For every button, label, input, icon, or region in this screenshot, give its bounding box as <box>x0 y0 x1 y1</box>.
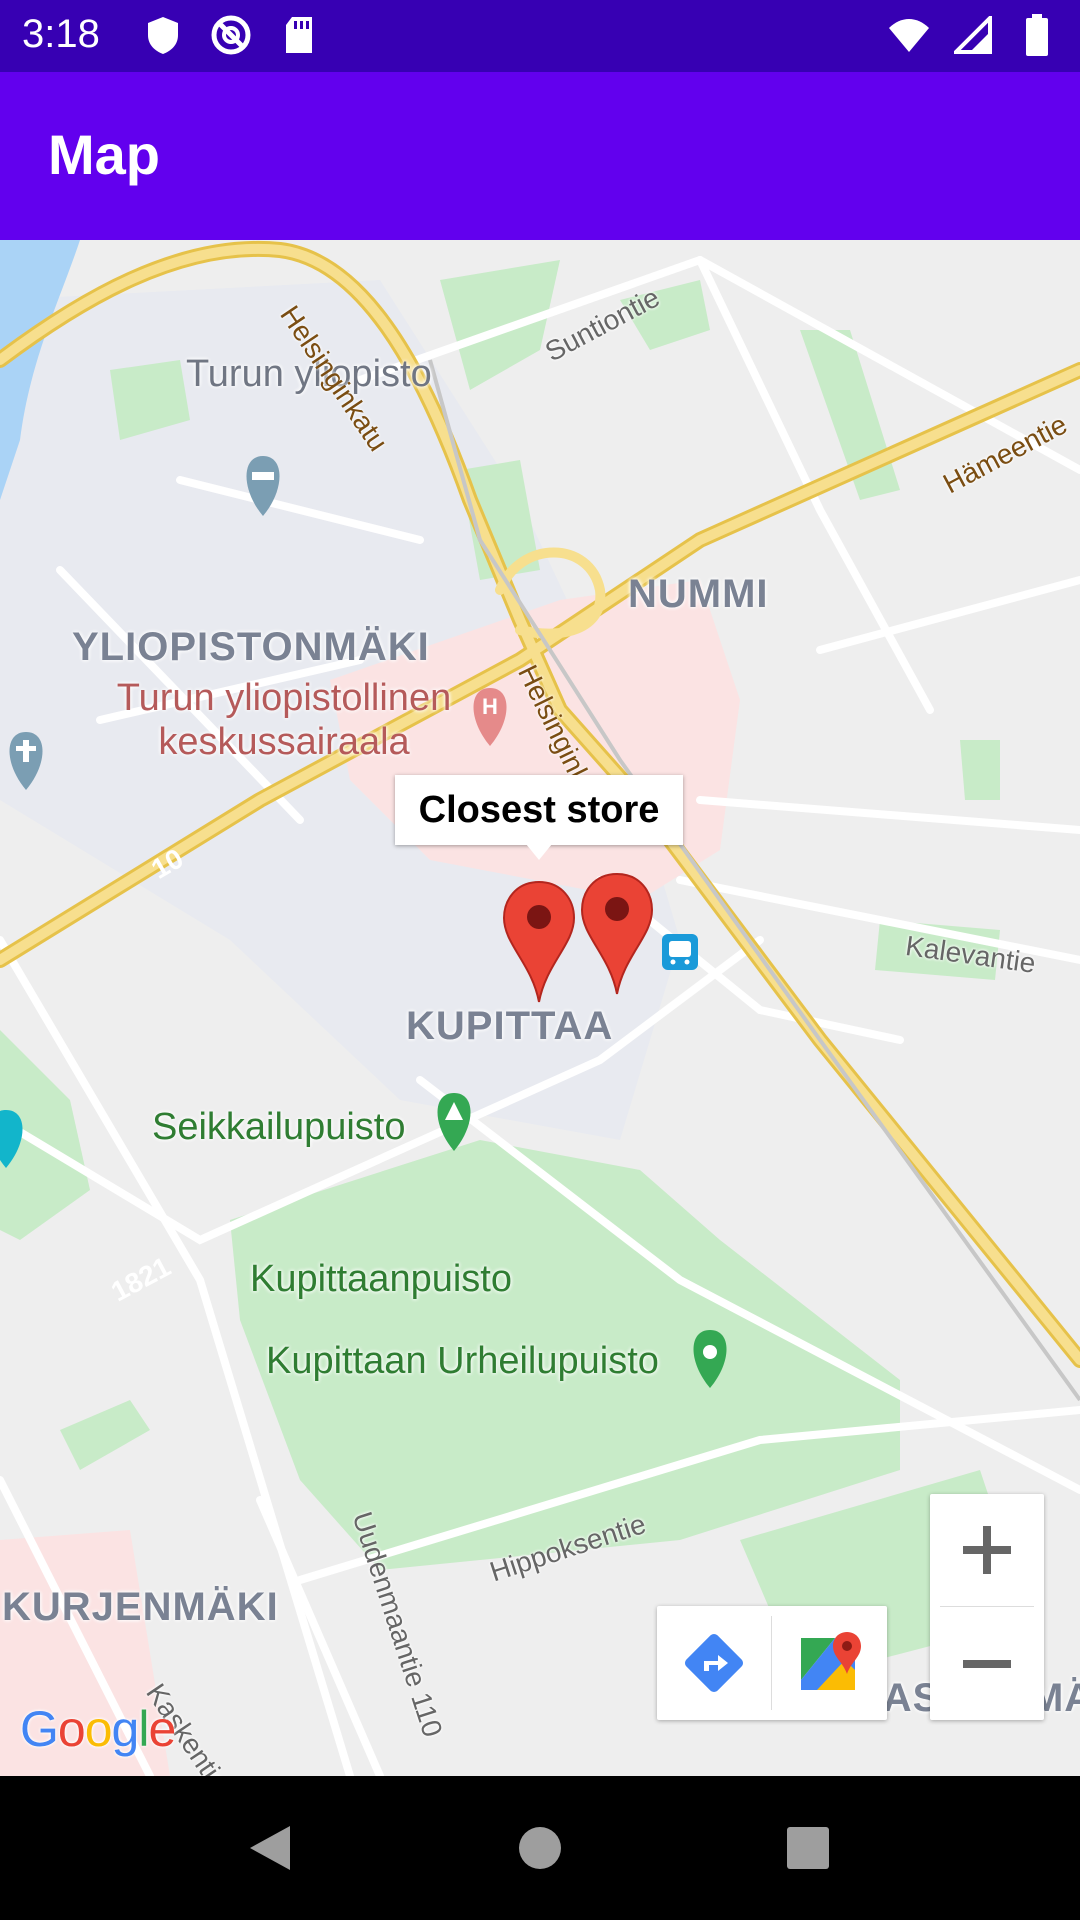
store-marker-1[interactable] <box>502 880 576 1004</box>
home-icon <box>519 1827 561 1869</box>
open-in-maps-button[interactable] <box>773 1606 887 1720</box>
urheilupuisto-label: Kupittaan Urheilupuisto <box>266 1340 659 1382</box>
google-maps-icon <box>801 1632 861 1690</box>
home-button[interactable] <box>508 1816 572 1880</box>
google-logo: Google <box>20 1701 176 1757</box>
district-label-yliopistonmaki: YLIOPISTONMÄKI <box>72 625 430 669</box>
recents-icon <box>787 1827 829 1869</box>
app-bar: Map <box>0 72 1080 240</box>
sd-card-icon <box>276 12 322 58</box>
zoom-in-button[interactable] <box>930 1494 1044 1606</box>
zoom-divider <box>940 1606 1034 1607</box>
shield-icon <box>140 12 186 58</box>
info-window-tail <box>526 844 552 860</box>
directions-icon <box>684 1633 744 1693</box>
info-window-title: Closest store <box>418 788 660 831</box>
kupittaanpuisto-label: Kupittaanpuisto <box>250 1258 512 1300</box>
park-poi-icon <box>437 1093 471 1151</box>
battery-icon <box>1014 12 1060 58</box>
status-icons-left <box>140 12 322 58</box>
minus-icon <box>963 1660 1011 1668</box>
hospital-label: Turun yliopistollinen keskussairaala <box>116 677 452 763</box>
zoom-out-button[interactable] <box>930 1608 1044 1720</box>
seikkailupuisto-label: Seikkailupuisto <box>152 1106 406 1148</box>
marker-info-window[interactable]: Closest store <box>395 775 683 845</box>
map-view[interactable]: H NUMMI YLIOPISTONMÄKI KUPITTAA KURJENMÄ… <box>0 240 1080 1776</box>
back-button[interactable] <box>238 1816 302 1880</box>
no-tracking-icon <box>208 12 254 58</box>
plus-icon <box>963 1526 1011 1574</box>
district-label-nummi: NUMMI <box>628 572 769 616</box>
recents-button[interactable] <box>776 1816 840 1880</box>
back-icon <box>250 1826 290 1870</box>
svg-text:H: H <box>482 694 498 719</box>
navigation-bar <box>0 1776 1080 1920</box>
district-label-kurjenmaki: KURJENMÄKI <box>2 1585 279 1629</box>
wifi-icon <box>886 12 932 58</box>
zoom-control <box>930 1494 1044 1720</box>
toolbar-divider <box>771 1616 772 1710</box>
transit-poi-icon <box>662 934 698 970</box>
directions-button[interactable] <box>657 1606 771 1720</box>
district-label-kupittaa: KUPITTAA <box>406 1004 614 1048</box>
status-bar: 3:18 <box>0 0 1080 72</box>
status-time: 3:18 <box>22 12 100 56</box>
store-marker-2[interactable] <box>580 872 654 996</box>
status-icons-right <box>886 12 1060 58</box>
signal-icon <box>950 12 996 58</box>
app-title: Map <box>48 123 160 186</box>
map-toolbar <box>657 1606 887 1720</box>
